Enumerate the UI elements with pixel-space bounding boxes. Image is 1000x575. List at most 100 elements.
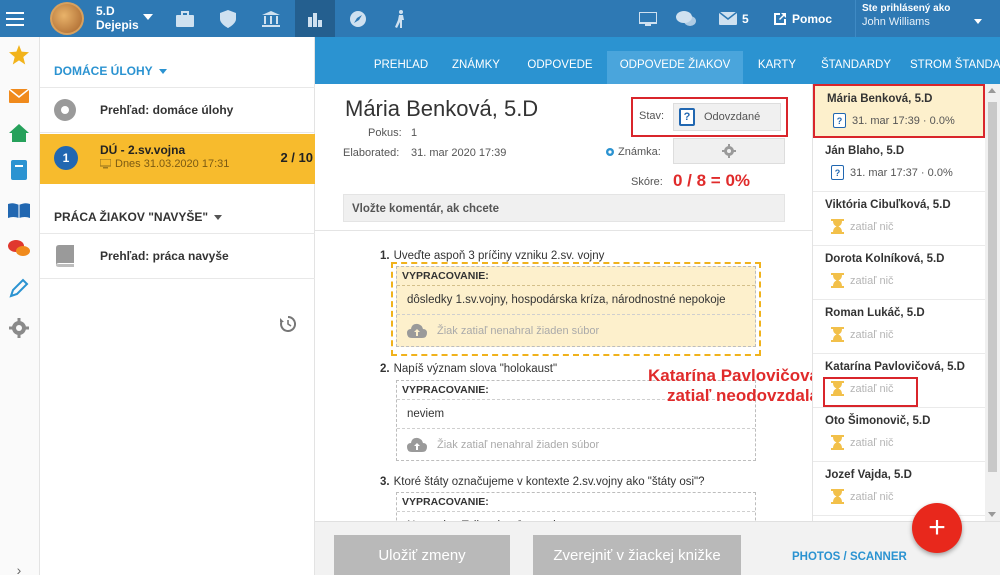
gear-icon [722, 144, 736, 158]
overview-homework-label: Prehľad: domáce úlohy [100, 103, 234, 117]
student-item-name: Katarína Pavlovičová, 5.D [825, 361, 965, 373]
answer-detail: Mária Benková, 5.D Pokus: 1 Elaborated: … [315, 84, 812, 521]
question-2: 2. Napíš význam slova "holokaust" [380, 363, 557, 375]
answer-3: VYPRACOVANIE: Nemecko, Taliansko, Japons… [396, 492, 756, 521]
chevron-down-icon[interactable] [143, 14, 153, 20]
overview-extra-item[interactable]: Prehľad: práca navyše [40, 233, 315, 279]
hourglass-icon [831, 327, 844, 342]
homework-date-text: Dnes 31.03.2020 17:31 [115, 158, 230, 170]
user-menu[interactable]: Ste prihlásený ako John Williams [855, 0, 990, 37]
overview-homework-item[interactable]: Prehľad: domáce úlohy [40, 87, 315, 133]
student-item[interactable]: Jozef Vajda, 5.D zatiaľ nič [813, 462, 985, 516]
chevron-down-icon[interactable] [974, 19, 982, 24]
question-text: Uveďte aspoň 3 príčiny vzniku 2.sv. vojn… [393, 250, 605, 262]
grade-label-row: Známka: [605, 146, 661, 158]
student-item-status: zatiaľ nič [831, 327, 894, 342]
comment-input[interactable]: Vložte komentár, ak chcete [343, 194, 785, 222]
highlight-frame [823, 377, 918, 407]
tab-grades[interactable]: ZNÁMKY [445, 51, 507, 84]
top-bar: 5.D Dejepis 5 Pomoc Ste prihlásený ako J… [0, 0, 1000, 37]
tab-answers[interactable]: ODPOVEDE [520, 51, 600, 84]
homework-section-header[interactable]: DOMÁCE ÚLOHY [54, 64, 167, 78]
upload-row: Žiak zatiaľ nenahral žiaden súbor [397, 428, 755, 460]
photos-scanner-link[interactable]: PHOTOS / SCANNER [792, 551, 907, 563]
scroll-down-icon[interactable] [988, 512, 996, 517]
attempt-label: Pokus: [368, 127, 402, 139]
question-text: Ktoré štáty označujeme v kontexte 2.sv.v… [393, 476, 705, 488]
home-icon[interactable] [8, 122, 30, 144]
homework-count: 2 / 10 [280, 150, 313, 165]
stats-icon[interactable] [295, 0, 335, 37]
status-dropdown[interactable]: ? Odovzdané [673, 103, 781, 131]
class-avatar[interactable] [50, 2, 84, 35]
scrollbar-thumb[interactable] [988, 102, 997, 472]
pen-icon[interactable] [8, 277, 30, 299]
publish-button[interactable]: Zverejniť v žiackej knižke [533, 535, 741, 575]
hourglass-icon [831, 219, 844, 234]
screen-share-icon[interactable] [628, 0, 668, 37]
annotation-line-2: zatiaľ neodovzdala [666, 386, 812, 405]
compass-icon[interactable] [338, 0, 378, 37]
logged-in-label: Ste prihlásený ako [862, 3, 951, 14]
homework-item-active[interactable]: 1 DÚ - 2.sv.vojna Dnes 31.03.2020 17:31 … [40, 134, 315, 184]
student-item-status: ? 31. mar 17:39 · 0.0% [833, 113, 955, 128]
status-field: Stav: ? Odovzdané [631, 97, 788, 137]
student-item-status: zatiaľ nič [831, 435, 894, 450]
student-item-status-text: zatiaľ nič [850, 436, 894, 449]
student-item-status: ? 31. mar 17:37 · 0.0% [831, 165, 953, 180]
gear-icon[interactable] [8, 317, 30, 339]
tab-standards[interactable]: ŠTANDARDY [813, 51, 899, 84]
grade-button[interactable] [673, 138, 785, 164]
star-icon[interactable] [8, 44, 30, 66]
extra-section-header[interactable]: PRÁCA ŽIAKOV "NAVYŠE" [54, 210, 223, 224]
tab-bar: PREHĽAD ZNÁMKY ODPOVEDE ODPOVEDE ŽIAKOV … [315, 37, 1000, 84]
tab-student-answers[interactable]: ODPOVEDE ŽIAKOV [607, 51, 743, 84]
student-item-status-text: zatiaľ nič [850, 328, 894, 341]
overview-extra-label: Prehľad: práca navyše [100, 249, 229, 263]
history-icon[interactable] [280, 315, 297, 337]
student-item[interactable]: Ján Blaho, 5.D ? 31. mar 17:37 · 0.0% [813, 138, 985, 192]
homework-section-title: DOMÁCE ÚLOHY [54, 64, 153, 78]
briefcase-icon[interactable] [165, 0, 205, 37]
student-item[interactable]: Dorota Kolníková, 5.D zatiaľ nič [813, 246, 985, 300]
student-item[interactable]: Roman Lukáč, 5.D zatiaľ nič [813, 300, 985, 354]
student-item-name: Jozef Vajda, 5.D [825, 469, 912, 481]
student-item-name: Oto Šimonovič, 5.D [825, 415, 931, 427]
scroll-up-icon[interactable] [988, 88, 996, 93]
notebook-icon[interactable] [8, 159, 30, 181]
upload-text: Žiak zatiaľ nenahral žiaden súbor [437, 438, 600, 451]
student-item[interactable]: Oto Šimonovič, 5.D zatiaľ nič [813, 408, 985, 462]
student-item[interactable]: Viktória Cibuľková, 5.D zatiaľ nič [813, 192, 985, 246]
discussion-icon[interactable] [8, 238, 30, 260]
chat-icon[interactable] [666, 0, 706, 37]
class-selector[interactable]: 5.D Dejepis [96, 4, 139, 32]
student-item-name: Ján Blaho, 5.D [825, 145, 905, 157]
student-item-status-text: zatiaľ nič [850, 274, 894, 287]
chevron-right-icon[interactable]: › [8, 559, 30, 575]
tab-overview[interactable]: PREHĽAD [365, 51, 437, 84]
tab-standards-tree[interactable]: STROM ŠTANDARDOV [910, 51, 1000, 84]
help-link[interactable]: Pomoc [774, 0, 832, 37]
envelope-icon[interactable] [8, 85, 30, 107]
hiking-icon[interactable] [380, 0, 420, 37]
save-button[interactable]: Uložiť zmeny [334, 535, 510, 575]
shield-icon[interactable] [208, 0, 248, 37]
question-number: 3. [380, 476, 390, 488]
institution-icon[interactable] [251, 0, 291, 37]
scrollbar[interactable] [985, 84, 1000, 521]
open-book-icon[interactable] [8, 199, 30, 221]
highlight-frame [391, 262, 761, 356]
student-item-name: Viktória Cibuľková, 5.D [825, 199, 951, 211]
student-item[interactable]: Mária Benková, 5.D ? 31. mar 17:39 · 0.0% [813, 84, 985, 138]
attempt-value: 1 [411, 127, 418, 139]
student-item-name: Roman Lukáč, 5.D [825, 307, 925, 319]
menu-icon[interactable] [6, 8, 24, 28]
tab-cards[interactable]: KARTY [749, 51, 805, 84]
gear-icon [606, 148, 614, 156]
bottom-bar: Uložiť zmeny Zverejniť v žiackej knižke … [315, 521, 1000, 575]
add-button[interactable]: + [912, 503, 962, 553]
student-item-status-text: 31. mar 17:37 · 0.0% [850, 166, 953, 179]
student-item-status: zatiaľ nič [831, 489, 894, 504]
hourglass-icon [831, 435, 844, 450]
question-doc-icon: ? [833, 113, 846, 128]
